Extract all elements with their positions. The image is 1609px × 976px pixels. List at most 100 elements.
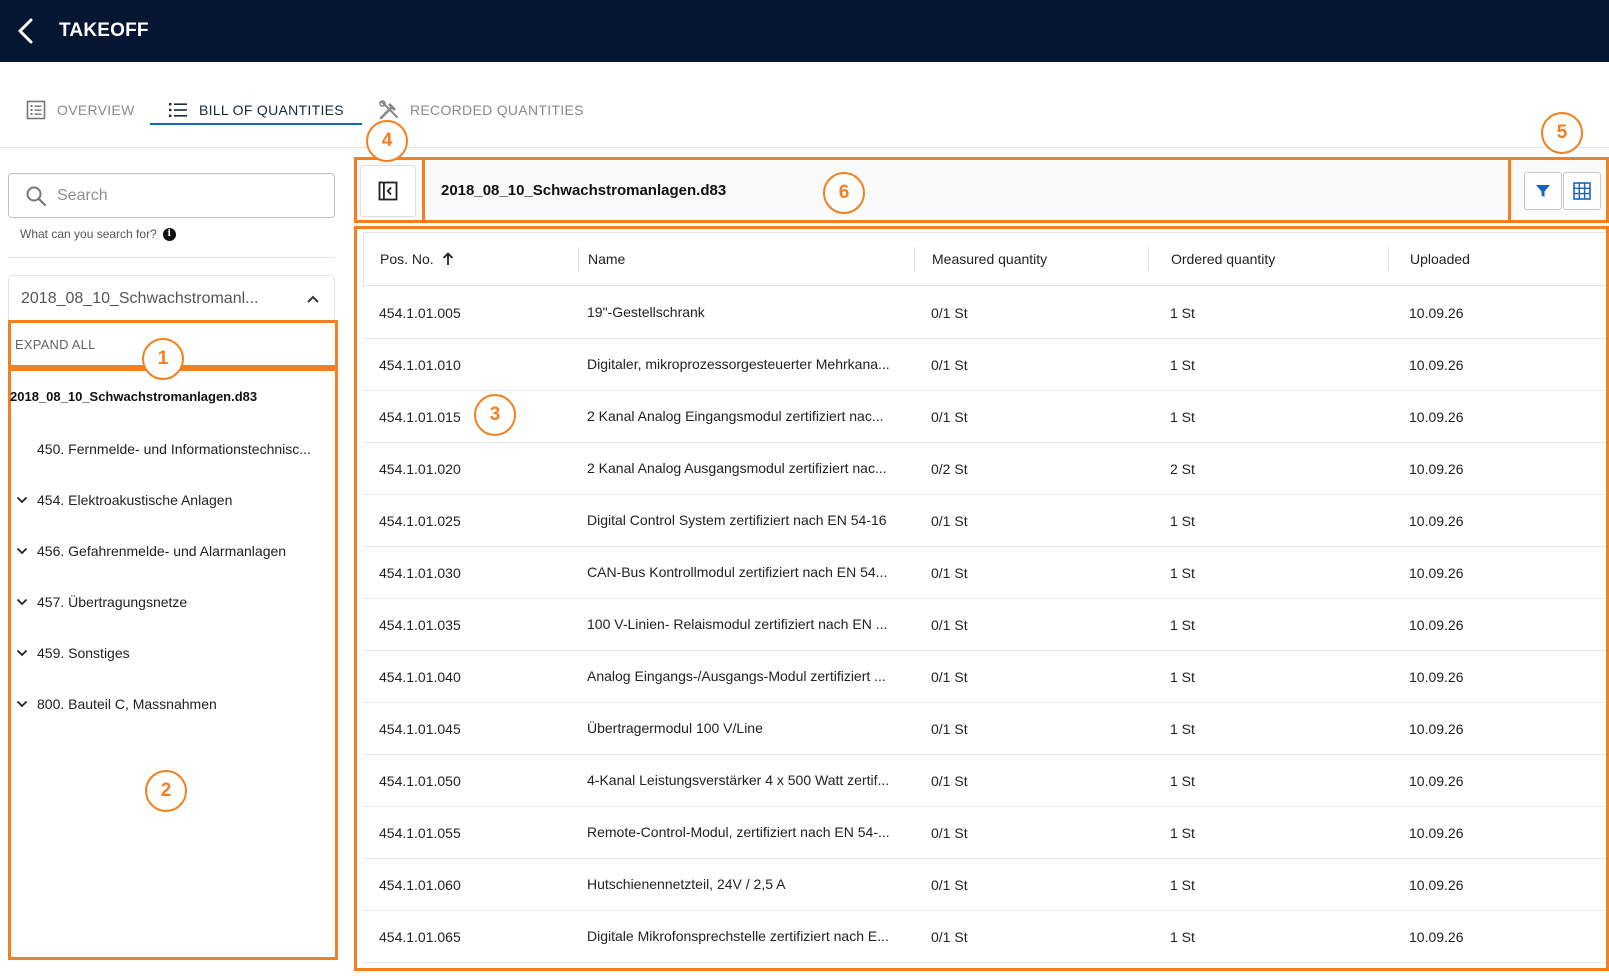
cell-measured-quantity: 0/1 St bbox=[931, 928, 968, 945]
cell-measured-quantity: 0/1 St bbox=[931, 408, 968, 425]
active-tab-indicator bbox=[150, 123, 362, 125]
grid-icon bbox=[1573, 182, 1591, 200]
table-row[interactable]: 454.1.01.010 Digitaler, mikroprozessorges… bbox=[363, 339, 1606, 391]
cell-uploaded: 10.09.26 bbox=[1409, 720, 1464, 737]
tree-root[interactable]: 2018_08_10_Schwachstromanlagen.d83 bbox=[10, 389, 257, 404]
table-row[interactable]: 454.1.01.050 4-Kanal Leistungsverstärker … bbox=[363, 755, 1606, 807]
cell-measured-quantity: 0/1 St bbox=[931, 772, 968, 789]
cell-measured-quantity: 0/1 St bbox=[931, 564, 968, 581]
table-row[interactable]: 454.1.01.055 Remote-Control-Modul, zertif… bbox=[363, 807, 1606, 859]
cell-pos-no: 454.1.01.005 bbox=[379, 304, 461, 321]
tree-item-label: 450. Fernmelde- und Informationstechnisc… bbox=[37, 441, 311, 457]
back-button[interactable] bbox=[6, 11, 46, 51]
cell-name: Analog Eingangs-/Ausgangs-Modul zertifiz… bbox=[587, 668, 886, 684]
filter-button[interactable] bbox=[1524, 172, 1562, 210]
cell-ordered-quantity: 1 St bbox=[1170, 304, 1195, 321]
list-detail-icon bbox=[25, 99, 47, 121]
cell-pos-no: 454.1.01.035 bbox=[379, 616, 461, 633]
tab-recorded-quantities[interactable]: RECORDED QUANTITIES bbox=[378, 90, 584, 130]
file-select[interactable]: 2018_08_10_Schwachstromanl... bbox=[8, 275, 335, 323]
tree-item[interactable]: 800. Bauteil C, Massnahmen bbox=[11, 692, 331, 716]
column-settings-button[interactable] bbox=[1563, 172, 1601, 210]
column-header-ordered-quantity[interactable]: Ordered quantity bbox=[1171, 233, 1275, 285]
cell-ordered-quantity: 1 St bbox=[1170, 772, 1195, 789]
cell-uploaded: 10.09.26 bbox=[1409, 512, 1464, 529]
table-row[interactable]: 454.1.01.005 19"-Gestellschrank 0/1 St 1 St… bbox=[363, 287, 1606, 339]
column-header-measured-quantity[interactable]: Measured quantity bbox=[932, 233, 1047, 285]
cell-name: Digitale Mikrofonsprechstelle zertifizie… bbox=[587, 928, 889, 944]
tools-icon bbox=[378, 99, 400, 121]
table-row[interactable]: 454.1.01.030 CAN-Bus Kontrollmodul zertif… bbox=[363, 547, 1606, 599]
cell-uploaded: 10.09.26 bbox=[1409, 824, 1464, 841]
cell-measured-quantity: 0/1 St bbox=[931, 512, 968, 529]
cell-uploaded: 10.09.26 bbox=[1409, 616, 1464, 633]
cell-uploaded: 10.09.26 bbox=[1409, 304, 1464, 321]
collapse-panel-button[interactable] bbox=[360, 165, 416, 217]
tab-recorded-quantities-label: RECORDED QUANTITIES bbox=[410, 102, 584, 118]
chevron-down-icon[interactable] bbox=[13, 695, 31, 713]
arrow-left-icon bbox=[18, 18, 33, 44]
table-row[interactable]: 454.1.01.020 2 Kanal Analog Ausgangsmodul… bbox=[363, 443, 1606, 495]
cell-measured-quantity: 0/2 St bbox=[931, 460, 968, 477]
tree-item[interactable]: 457. Übertragungsnetze bbox=[11, 590, 331, 614]
tree-item[interactable]: 450. Fernmelde- und Informationstechnisc… bbox=[11, 437, 331, 461]
search-hint-text: What can you search for? bbox=[20, 227, 157, 241]
cell-name: Hutschienennetzteil, 24V / 2,5 A bbox=[587, 876, 786, 892]
column-header-uploaded[interactable]: Uploaded bbox=[1410, 233, 1470, 285]
chevron-down-icon[interactable] bbox=[13, 644, 31, 662]
annotation-callout: 4 bbox=[366, 120, 408, 162]
cell-pos-no: 454.1.01.065 bbox=[379, 928, 461, 945]
column-header-name[interactable]: Name bbox=[588, 233, 625, 285]
search-icon bbox=[26, 186, 47, 206]
cell-ordered-quantity: 1 St bbox=[1170, 928, 1195, 945]
annotation-callout: 6 bbox=[823, 172, 865, 214]
tree-item[interactable]: 459. Sonstiges bbox=[11, 641, 331, 665]
cell-ordered-quantity: 1 St bbox=[1170, 512, 1195, 529]
chevron-down-icon[interactable] bbox=[13, 491, 31, 509]
arrow-up-icon[interactable] bbox=[442, 252, 454, 266]
cell-pos-no: 454.1.01.020 bbox=[379, 460, 461, 477]
tree-item[interactable]: 454. Elektroakustische Anlagen bbox=[11, 488, 331, 512]
table-row[interactable]: 454.1.01.015 2 Kanal Analog Eingangsmodul… bbox=[363, 391, 1606, 443]
cell-name: 2 Kanal Analog Ausgangsmodul zertifizier… bbox=[587, 460, 887, 476]
table-row[interactable]: 454.1.01.045 Übertragermodul 100 V/Line 0/… bbox=[363, 703, 1606, 755]
cell-ordered-quantity: 1 St bbox=[1170, 356, 1195, 373]
cell-name: Digital Control System zertifiziert nach… bbox=[587, 512, 887, 528]
list-icon bbox=[167, 99, 189, 121]
info-icon[interactable]: i bbox=[162, 227, 176, 241]
quantities-table: Pos. No. Name Measured quantity Ordered … bbox=[354, 226, 1609, 971]
tab-overview[interactable]: OVERVIEW bbox=[25, 90, 135, 130]
cell-name: Remote-Control-Modul, zertifiziert nach … bbox=[587, 824, 890, 840]
app-title: TAKEOFF bbox=[59, 20, 149, 41]
table-row[interactable]: 454.1.01.025 Digital Control System zerti… bbox=[363, 495, 1606, 547]
tree-item-label: 454. Elektroakustische Anlagen bbox=[37, 492, 233, 508]
cell-pos-no: 454.1.01.060 bbox=[379, 876, 461, 893]
cell-ordered-quantity: 1 St bbox=[1170, 668, 1195, 685]
cell-uploaded: 10.09.26 bbox=[1409, 460, 1464, 477]
filter-icon bbox=[1536, 185, 1550, 197]
table-row[interactable]: 454.1.01.035 100 V-Linien- Relaismodul ze… bbox=[363, 599, 1606, 651]
divider bbox=[8, 257, 335, 258]
cell-uploaded: 10.09.26 bbox=[1409, 668, 1464, 685]
column-header-pos-no[interactable]: Pos. No. bbox=[380, 233, 454, 285]
table-row[interactable]: 454.1.01.065 Digitale Mikrofonsprechstell… bbox=[363, 911, 1606, 963]
annotation-callout: 2 bbox=[145, 770, 187, 812]
tab-overview-label: OVERVIEW bbox=[57, 102, 135, 118]
cell-pos-no: 454.1.01.030 bbox=[379, 564, 461, 581]
search-field[interactable] bbox=[8, 173, 335, 218]
table-row[interactable]: 454.1.01.060 Hutschienennetzteil, 24V / 2… bbox=[363, 859, 1606, 911]
expand-all-label: EXPAND ALL bbox=[15, 336, 96, 352]
tab-bill-of-quantities-label: BILL OF QUANTITIES bbox=[199, 102, 344, 118]
chevron-up-icon bbox=[307, 295, 319, 303]
search-input[interactable] bbox=[57, 186, 307, 205]
chevron-down-icon[interactable] bbox=[13, 542, 31, 560]
cell-measured-quantity: 0/1 St bbox=[931, 876, 968, 893]
chevron-down-icon[interactable] bbox=[13, 593, 31, 611]
annotation-callout: 5 bbox=[1541, 112, 1583, 154]
cell-ordered-quantity: 1 St bbox=[1170, 564, 1195, 581]
cell-pos-no: 454.1.01.055 bbox=[379, 824, 461, 841]
tree-item[interactable]: 456. Gefahrenmelde- und Alarmanlagen bbox=[11, 539, 331, 563]
table-row[interactable]: 454.1.01.040 Analog Eingangs-/Ausgangs-Mo… bbox=[363, 651, 1606, 703]
tree-item-label: 457. Übertragungsnetze bbox=[37, 594, 188, 610]
cell-name: Übertragermodul 100 V/Line bbox=[587, 720, 763, 736]
